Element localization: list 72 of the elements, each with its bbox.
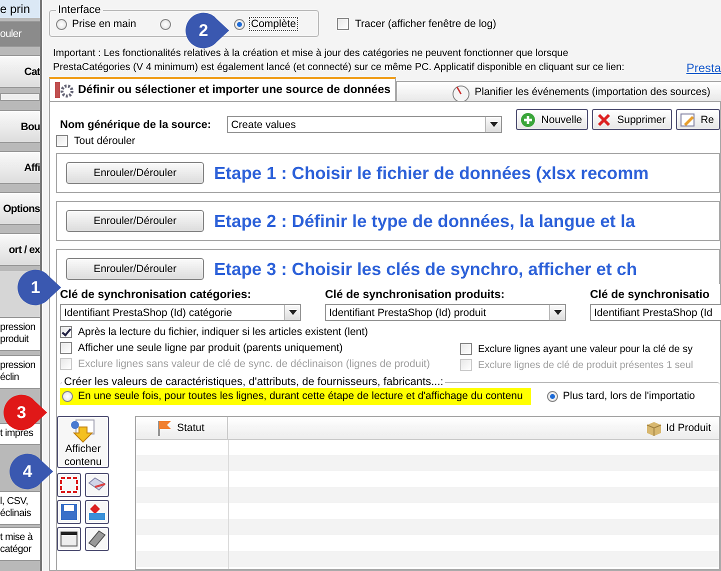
panel-button[interactable]: Affi (0, 151, 40, 184)
option-label: Après la lecture du fichier, indiquer si les articles existent (lent) (78, 326, 368, 338)
box-icon (645, 419, 664, 437)
step-marker: 1 (16, 268, 62, 307)
checkbox[interactable] (460, 343, 472, 355)
radio-button[interactable] (546, 390, 558, 402)
field-label: Clé de synchronisation catégories: (60, 289, 252, 301)
step-title: Etape 2 : Définir le type de données, la langue et la (214, 210, 636, 232)
column-header[interactable]: Statut (136, 417, 228, 439)
checkbox[interactable] (337, 18, 349, 30)
checkbox[interactable] (60, 342, 72, 354)
option-label: Exclure lignes sans valeur de clé de sync. de déclinaison (lignes de produit) (78, 358, 430, 370)
panel-note: l, CSV, éclinais (0, 491, 40, 525)
display-content-button[interactable]: Afficher contenu (57, 416, 109, 468)
field-label: Clé de synchronisatio (590, 289, 711, 301)
field-label: Nom générique de la source: (60, 118, 212, 130)
radio-button[interactable] (56, 18, 67, 30)
key-dropdown[interactable]: Identifiant PrestaShop (Id (590, 304, 721, 321)
group-label: Créer les valeurs de caractéristiques, d'attributs, de fournisseurs, fabricants...: (63, 376, 444, 388)
field-label: Clé de synchronisation produits: (325, 289, 506, 301)
option-label: Afficher une seule ligne par produit (parents uniquement) (78, 342, 343, 354)
notice-text: Important : Les fonctionalités relatives à la création et mise à jour des catégories ne peuvent fonctionner que lorsque (53, 47, 568, 61)
group-label: Interface (57, 4, 102, 16)
option-label: Exclure lignes de clé de produit présentes 1 seul (478, 360, 694, 370)
panel-button[interactable]: Bou (0, 110, 40, 143)
step-title: Etape 3 : Choisir les clés de synchro, afficher et ch (214, 258, 638, 280)
collapse-button[interactable]: Enrouler/Dérouler (66, 210, 204, 232)
flag-icon (156, 419, 174, 437)
pencil-icon (680, 112, 696, 128)
toolbar-button[interactable]: Re (676, 109, 720, 130)
link[interactable]: Presta (676, 61, 721, 75)
column-header[interactable]: Id Produit (228, 417, 719, 439)
toolbar-button[interactable]: Nouvelle (516, 109, 588, 130)
key-dropdown[interactable]: Identifiant PrestaShop (Id) catégorie (60, 304, 301, 321)
window-icon[interactable] (57, 527, 81, 551)
toolbar-button[interactable]: Supprimer (592, 109, 672, 130)
key-dropdown[interactable]: Identifiant PrestaShop (Id) produit (325, 304, 566, 321)
radio-button[interactable] (160, 18, 171, 30)
tab[interactable]: Planifier les événements (importation des sources) (396, 81, 721, 101)
step-title: Etape 1 : Choisir le fichier de données (xlsx recomm (214, 162, 649, 184)
panel-button[interactable]: ort / ex (0, 233, 40, 266)
panel-note: pression produit (0, 317, 40, 351)
tab[interactable]: Définir ou sélectioner et importer une source de données (49, 77, 396, 101)
save-icon[interactable] (57, 500, 81, 524)
radio-label: Complète (250, 18, 297, 30)
shapes-icon[interactable] (85, 500, 109, 524)
checkbox-label: Tout dérouler (74, 135, 136, 147)
cross-icon (596, 112, 612, 128)
radio-button[interactable] (62, 390, 73, 402)
notice-text: PrestaCatégories (V 4 minimum) est également lancé (et connecté) sur ce même PC. Applicatif disponible en cliquant sur ce lien: (53, 61, 624, 75)
step-marker: 2 (184, 11, 230, 50)
radio-button[interactable] (234, 18, 245, 30)
collapse-button[interactable]: Enrouler/Dérouler (66, 162, 204, 184)
window-title: e prin (0, 0, 40, 18)
option-label: Exclure lignes ayant une valeur pour la clé de sy (478, 344, 693, 354)
radio-label: Plus tard, lors de l'importatio (562, 390, 696, 402)
step-marker: 4 (8, 452, 54, 491)
checkbox[interactable] (56, 135, 68, 147)
collapse-button[interactable]: Enrouler/Dérouler (66, 258, 204, 280)
panel-note: pression éclin (0, 355, 40, 389)
select-icon[interactable] (57, 473, 81, 497)
checkbox-label: Tracer (afficher fenêtre de log) (355, 18, 496, 30)
panel-button[interactable]: Options (0, 192, 40, 225)
gear-icon (54, 81, 74, 99)
checkbox[interactable] (60, 326, 72, 338)
plus-icon (520, 112, 536, 128)
panel-note: t mise à catégor (0, 527, 40, 561)
eraser-icon[interactable] (85, 473, 109, 497)
radio-label: Prise en main (72, 18, 136, 30)
panel-button[interactable]: Cat (0, 55, 40, 88)
source-dropdown[interactable]: Create values (227, 116, 502, 133)
radio-label: En une seule fois, pour toutes les lignes, durant cette étape de lecture et d'affichage du contenu (78, 390, 523, 402)
